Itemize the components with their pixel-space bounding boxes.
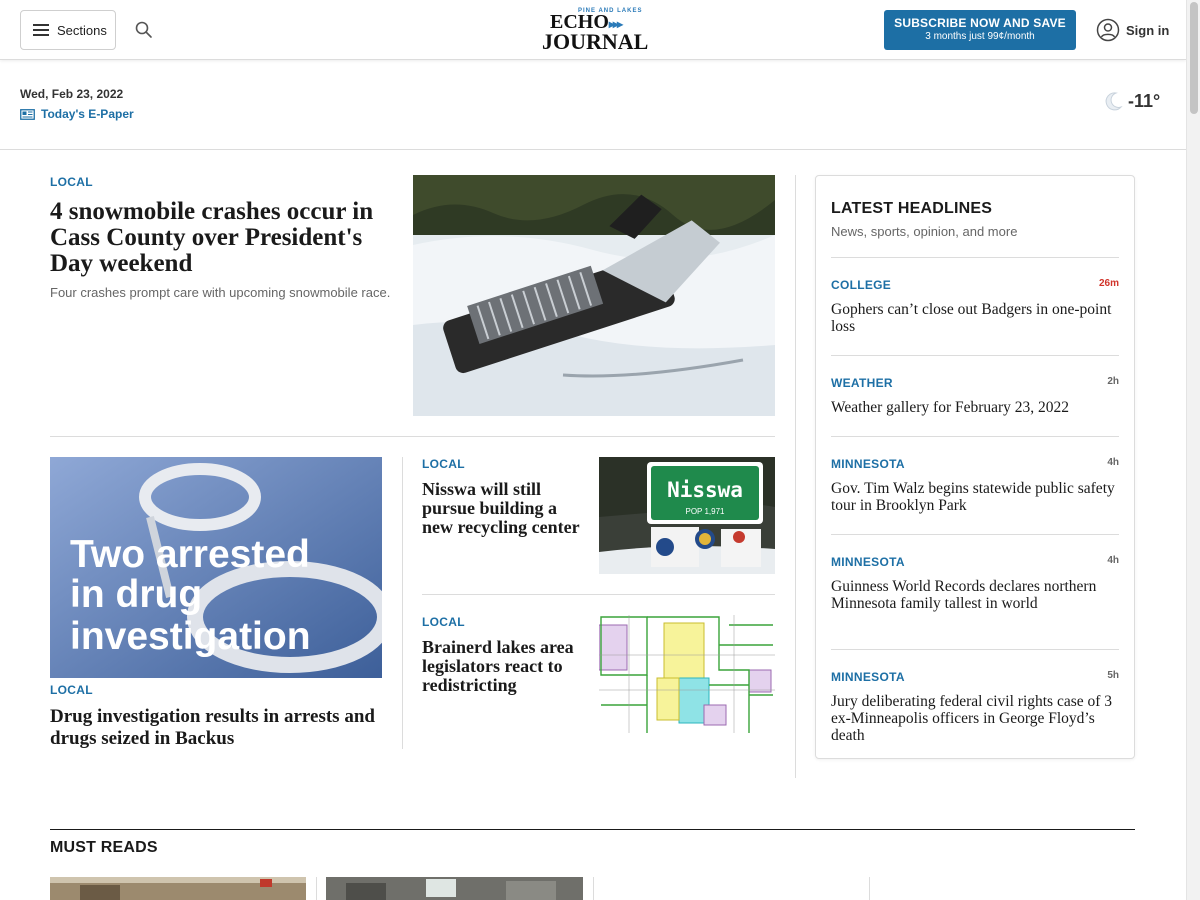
divider: [50, 436, 775, 437]
divider: [593, 877, 594, 900]
nisswa-sign-image[interactable]: Nisswa POP 1,971: [599, 457, 775, 574]
sign-pop: POP 1,971: [686, 507, 726, 516]
user-icon: [1096, 18, 1120, 42]
image-overlay-text-3: investigation: [70, 615, 311, 658]
latest-item-time: 5h: [1107, 670, 1119, 681]
latest-item-time: 4h: [1107, 457, 1119, 468]
divider: [795, 175, 796, 778]
lead-kicker[interactable]: LOCAL: [50, 175, 93, 189]
logo-journal: JOURNAL: [542, 29, 649, 54]
site-header: Sections PINE AND LAKES ECHO▸▸▸ JOURNAL …: [0, 0, 1186, 60]
must-read-thumbnail[interactable]: [50, 877, 306, 900]
latest-item-kicker[interactable]: MINNESOTA: [831, 555, 905, 569]
must-read-thumbnail[interactable]: [326, 877, 583, 900]
lead-summary: Four crashes prompt care with upcoming s…: [50, 285, 391, 300]
newspaper-icon: [20, 108, 35, 120]
moon-icon: [1105, 92, 1123, 111]
search-icon[interactable]: [134, 20, 154, 40]
latest-item-kicker[interactable]: MINNESOTA: [831, 457, 905, 471]
image-overlay-text-1: Two arrested: [70, 533, 310, 576]
latest-headlines-panel: LATEST HEADLINES News, sports, opinion, …: [815, 175, 1135, 759]
lead-headline[interactable]: 4 snowmobile crashes occur in Cass Count…: [50, 199, 395, 277]
latest-headlines-subtitle: News, sports, opinion, and more: [831, 224, 1018, 239]
latest-headline-item[interactable]: WEATHER 2h Weather gallery for February …: [831, 355, 1119, 436]
current-date: Wed, Feb 23, 2022: [20, 87, 124, 101]
subscribe-offer: 3 months just 99¢/month: [925, 31, 1035, 42]
drug-investigation-image[interactable]: Two arrested in drug investigation: [50, 457, 382, 678]
weather-widget[interactable]: -11°: [1102, 90, 1160, 112]
card3-kicker[interactable]: LOCAL: [422, 457, 465, 471]
page-scrollbar[interactable]: [1186, 0, 1200, 900]
latest-headline-item[interactable]: COLLEGE 26m Gophers can’t close out Badg…: [831, 257, 1119, 355]
latest-headline-item[interactable]: MINNESOTA 5h Jury deliberating federal c…: [831, 649, 1119, 749]
sections-label: Sections: [57, 22, 107, 38]
divider: [402, 457, 403, 749]
temperature: -11°: [1128, 90, 1161, 111]
signin-label: Sign in: [1126, 22, 1170, 38]
subscribe-button[interactable]: SUBSCRIBE NOW AND SAVE 3 months just 99¢…: [884, 10, 1076, 50]
card4-kicker[interactable]: LOCAL: [422, 615, 465, 629]
lead-image-snowmobile[interactable]: [413, 175, 775, 416]
hamburger-icon: [33, 24, 49, 36]
site-logo[interactable]: PINE AND LAKES ECHO▸▸▸ JOURNAL: [540, 8, 649, 54]
latest-item-time: 4h: [1107, 555, 1119, 566]
latest-item-kicker[interactable]: WEATHER: [831, 376, 893, 390]
latest-item-headline[interactable]: Guinness World Records declares northern…: [831, 578, 1119, 612]
divider: [422, 594, 775, 595]
card3-headline[interactable]: Nisswa will still pursue building a new …: [422, 480, 587, 537]
latest-item-headline[interactable]: Jury deliberating federal civil rights c…: [831, 693, 1119, 744]
card2-headline[interactable]: Drug investigation results in arrests an…: [50, 706, 390, 750]
epaper-label: Today's E-Paper: [41, 107, 134, 121]
latest-item-headline[interactable]: Gov. Tim Walz begins statewide public sa…: [831, 480, 1119, 514]
divider: [316, 877, 317, 900]
latest-item-time: 2h: [1107, 376, 1119, 387]
sign-name: Nisswa: [667, 478, 743, 502]
sections-button[interactable]: Sections: [20, 10, 116, 50]
epaper-link[interactable]: Today's E-Paper: [20, 107, 134, 121]
signin-link[interactable]: Sign in: [1096, 18, 1169, 42]
latest-item-headline[interactable]: Weather gallery for February 23, 2022: [831, 399, 1119, 416]
image-overlay-text-2: in drug: [70, 573, 202, 616]
latest-headlines-title: LATEST HEADLINES: [831, 200, 993, 217]
latest-item-time: 26m: [1098, 278, 1119, 289]
latest-headline-item[interactable]: MINNESOTA 4h Gov. Tim Walz begins statew…: [831, 436, 1119, 534]
latest-headline-item[interactable]: MINNESOTA 4h Guinness World Records decl…: [831, 534, 1119, 649]
scrollbar-thumb[interactable]: [1190, 2, 1198, 114]
subscribe-headline: SUBSCRIBE NOW AND SAVE: [894, 16, 1066, 30]
section-rule: [50, 829, 1135, 830]
latest-item-kicker[interactable]: COLLEGE: [831, 278, 891, 292]
redistricting-map-image[interactable]: [599, 615, 775, 733]
date-bar: Wed, Feb 23, 2022 Today's E-Paper -11°: [0, 60, 1186, 150]
latest-item-kicker[interactable]: MINNESOTA: [831, 670, 905, 684]
divider: [869, 877, 870, 900]
card4-headline[interactable]: Brainerd lakes area legislators react to…: [422, 638, 587, 695]
latest-item-headline[interactable]: Gophers can’t close out Badgers in one-p…: [831, 301, 1119, 335]
must-reads-title: MUST READS: [50, 839, 158, 856]
card2-kicker[interactable]: LOCAL: [50, 683, 93, 697]
